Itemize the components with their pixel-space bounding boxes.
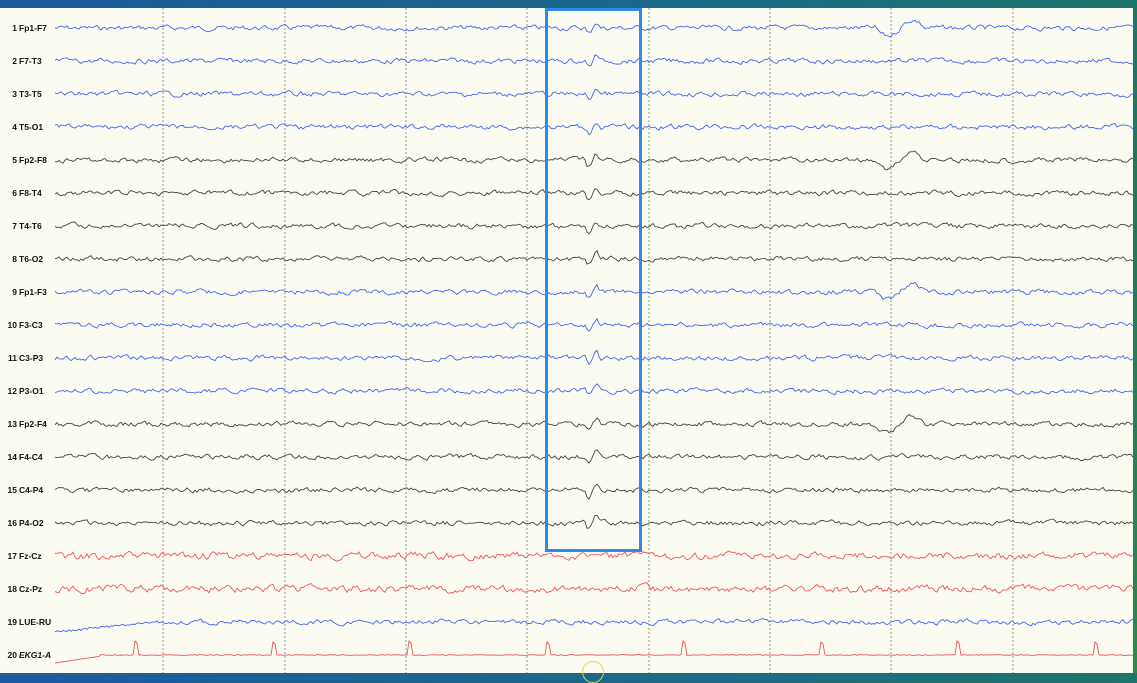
channel-label[interactable]: 3 T3-T5 — [2, 87, 55, 101]
selection-highlight-box[interactable] — [545, 8, 642, 552]
channel-label[interactable]: 7 T4-T6 — [2, 219, 55, 233]
channel-label[interactable]: 17 Fz-Cz — [2, 549, 55, 563]
channel-label[interactable]: 16 P4-O2 — [2, 516, 55, 530]
channel-label[interactable]: 13 Fp2-F4 — [2, 417, 55, 431]
channel-label[interactable]: 15 C4-P4 — [2, 483, 55, 497]
channel-label[interactable]: 11 C3-P3 — [2, 351, 55, 365]
channel-label[interactable]: 20 EKG1-A — [2, 648, 55, 662]
channel-label[interactable]: 8 T6-O2 — [2, 252, 55, 266]
channel-label[interactable]: 2 F7-T3 — [2, 54, 55, 68]
channel-label-column: 1 Fp1-F7 2 F7-T3 3 T3-T5 4 T5-O1 5 Fp2-F8 6 F8… — [0, 8, 55, 673]
channel-label[interactable]: 19 LUE-RU — [2, 615, 55, 629]
channel-label[interactable]: 14 F4-C4 — [2, 450, 55, 464]
eeg-trace-lue-ru — [55, 618, 1133, 633]
event-marker-icon[interactable] — [582, 661, 604, 683]
channel-label[interactable]: 10 F3-C3 — [2, 318, 55, 332]
channel-label[interactable]: 5 Fp2-F8 — [2, 153, 55, 167]
channel-label[interactable]: 6 F8-T4 — [2, 186, 55, 200]
eeg-viewer: 1 Fp1-F7 2 F7-T3 3 T3-T5 4 T5-O1 5 Fp2-F8 6 F8… — [0, 8, 1133, 673]
eeg-trace-ekg1-a — [55, 640, 1133, 664]
eeg-trace-fz-cz — [55, 550, 1133, 562]
channel-label[interactable]: 9 Fp1-F3 — [2, 285, 55, 299]
channel-label[interactable]: 12 P3-O1 — [2, 384, 55, 398]
channel-label[interactable]: 1 Fp1-F7 — [2, 21, 55, 35]
eeg-trace-area[interactable] — [55, 8, 1133, 673]
eeg-trace-cz-pz — [55, 582, 1133, 595]
channel-label[interactable]: 4 T5-O1 — [2, 120, 55, 134]
channel-label[interactable]: 18 Cz-Pz — [2, 582, 55, 596]
